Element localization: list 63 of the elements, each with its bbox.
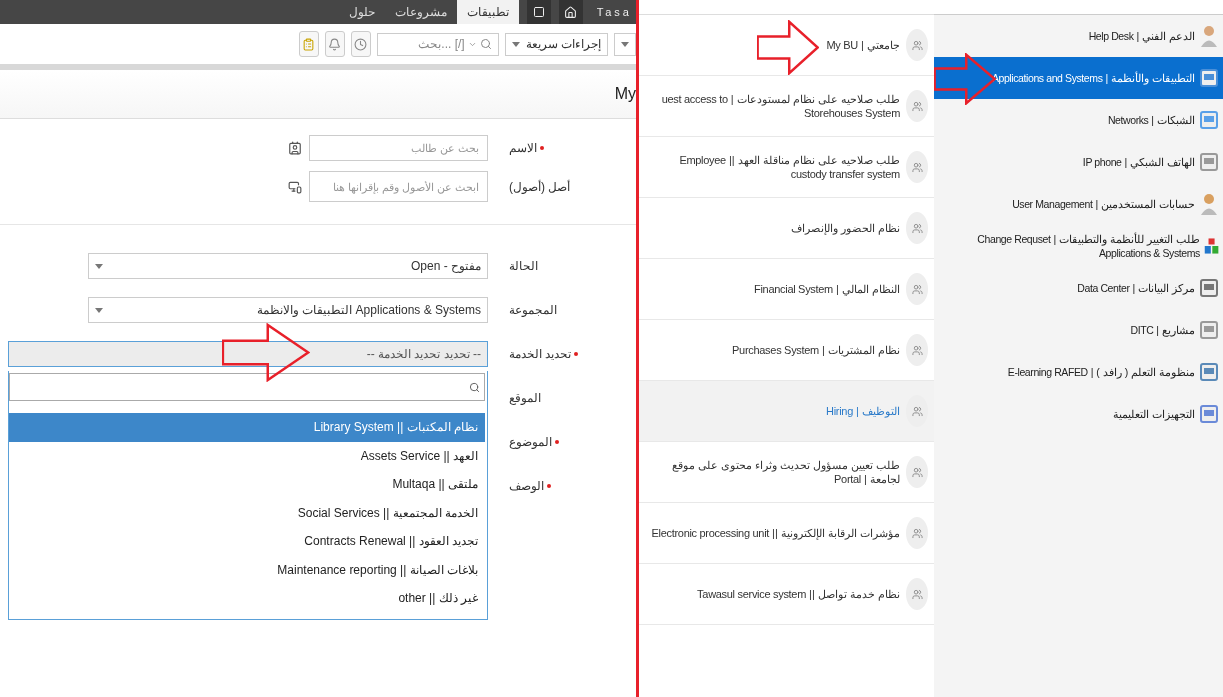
sidebar-item[interactable]: الهاتف الشبكي | IP phone — [934, 141, 1223, 183]
square-icon[interactable] — [526, 0, 551, 24]
field-label: المجموعة — [509, 303, 557, 317]
select-field[interactable]: التطبيقات والانظمة Applications & Systems — [88, 297, 488, 323]
nav-tab[interactable]: تطبيقات — [456, 0, 519, 24]
sidebar-item[interactable]: الشبكات | Networks — [934, 99, 1223, 141]
users-icon — [906, 334, 928, 366]
clock-icon[interactable] — [350, 31, 371, 57]
devices-icon[interactable] — [288, 179, 302, 194]
users-icon — [906, 151, 928, 183]
field-label: الموقع — [509, 391, 541, 405]
contact-card-icon[interactable] — [288, 141, 302, 155]
arrow-icon — [757, 20, 819, 75]
arrow-icon — [222, 323, 310, 382]
users-icon — [906, 578, 928, 610]
field-label: الحالة — [509, 259, 538, 273]
sidebar-item[interactable]: الدعم الفني | Help Desk — [934, 15, 1223, 57]
users-icon — [906, 273, 928, 305]
sidebar-item[interactable]: حسابات المستخدمين | User Management — [934, 183, 1223, 225]
person-icon — [1199, 24, 1219, 48]
dropdown-option[interactable]: غير ذلك || other — [9, 584, 485, 613]
form-title: My — [614, 85, 636, 103]
dropdown-option[interactable]: تجديد العقود || Contracts Renewal — [9, 527, 485, 556]
sidebar-item[interactable]: طلب التغيير للأنظمة والتطبيقات | Change Requset Applications & Systems — [934, 225, 1223, 267]
dropdown-option[interactable]: الخدمة المجتمعية || Social Services — [9, 498, 485, 527]
dropdown-button[interactable] — [614, 32, 636, 56]
dropdown-search-field[interactable] — [9, 373, 485, 401]
bell-icon[interactable] — [324, 31, 345, 57]
users-icon — [906, 517, 928, 549]
dropdown-option[interactable]: العهد || Assets Service — [9, 441, 485, 470]
users-icon — [906, 90, 928, 122]
dropdown-option[interactable]: نظام المكتبات || Library System — [9, 413, 485, 442]
quick-actions-dropdown[interactable]: إجراءات سريعة — [504, 32, 608, 56]
nav-tab[interactable]: حلول — [338, 0, 385, 24]
search-icon — [479, 38, 492, 50]
field-label: أصل (أصول) — [509, 179, 571, 194]
person-icon — [1199, 192, 1219, 216]
sidebar-item[interactable]: مركز البيانات | Data Center — [934, 267, 1223, 309]
users-icon — [906, 456, 928, 488]
sidebar-item[interactable]: التطبيقات والأنظمة | Applications and Systems — [934, 57, 1223, 99]
sidebar-item[interactable]: التجهيزات التعليمية — [934, 393, 1223, 435]
search-field[interactable]: بحث عن طالب — [309, 135, 488, 161]
users-icon — [906, 29, 928, 61]
search-field[interactable]: بحث... [/] — [376, 32, 499, 56]
sidebar-item[interactable]: مشاريع | DITC — [934, 309, 1223, 351]
home-icon[interactable] — [558, 0, 583, 24]
dropdown-option[interactable]: ملتقى || Multaqa — [9, 470, 485, 499]
field-label: الاسم — [509, 141, 537, 155]
users-icon — [906, 212, 928, 244]
users-icon — [906, 395, 928, 427]
nav-tab[interactable]: مشروعات — [384, 0, 457, 24]
search-field[interactable]: ابحث عن الأصول وقم بإقرانها هنا — [309, 171, 488, 202]
select-field[interactable]: Open - مفتوح — [88, 253, 488, 279]
service-item[interactable]: التوظيف | Hiring — [639, 381, 934, 442]
select-field[interactable]: -- تحديد تحديد الخدمة -- — [8, 341, 488, 367]
clipboard-icon[interactable] — [298, 31, 319, 57]
search-icon — [469, 381, 480, 393]
field-label: الوصف — [509, 479, 544, 493]
logo: Tasa — [595, 5, 633, 20]
dropdown-option[interactable]: بلاغات الصيانة || Maintenance reporting — [9, 555, 485, 584]
sidebar-item[interactable]: منظومة التعلم ( رافد ) | E-learning RAFED — [934, 351, 1223, 393]
field-label: تحديد الخدمة — [509, 347, 572, 361]
field-label: الموضوع — [509, 435, 552, 449]
